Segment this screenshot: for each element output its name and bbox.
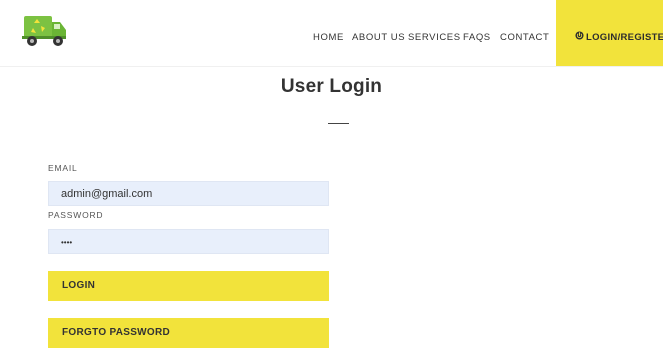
page-title: User Login bbox=[280, 76, 383, 97]
garbage-truck-logo-icon[interactable] bbox=[22, 14, 68, 48]
forgot-password-button[interactable]: FORGTO PASSWORD bbox=[48, 318, 329, 348]
nav-faqs-link[interactable]: FAQS bbox=[463, 32, 491, 43]
nav-home-link[interactable]: HOME bbox=[313, 32, 344, 43]
login-register-button[interactable]: LOGIN/REGISTER bbox=[556, 0, 663, 66]
nav-about-us-link[interactable]: ABOUT US bbox=[352, 32, 405, 43]
email-label: EMAIL bbox=[48, 163, 78, 173]
password-label: PASSWORD bbox=[48, 210, 104, 220]
password-value: •••• bbox=[61, 238, 73, 247]
password-field[interactable]: •••• bbox=[48, 229, 329, 254]
forgot-password-button-label: FORGTO PASSWORD bbox=[62, 327, 171, 338]
login-register-label: LOGIN/REGISTER bbox=[586, 32, 663, 43]
navbar: HOME ABOUT US SERVICES FAQS CONTACT LOGI… bbox=[0, 0, 663, 67]
nav-contact-link[interactable]: CONTACT bbox=[500, 32, 549, 43]
nav-services-link[interactable]: SERVICES bbox=[408, 32, 461, 43]
title-divider bbox=[328, 123, 349, 124]
power-icon bbox=[575, 31, 584, 40]
login-button-label: LOGIN bbox=[62, 280, 96, 291]
email-field[interactable]: admin@gmail.com bbox=[48, 181, 329, 206]
login-button[interactable]: LOGIN bbox=[48, 271, 329, 301]
email-value: admin@gmail.com bbox=[61, 188, 153, 200]
